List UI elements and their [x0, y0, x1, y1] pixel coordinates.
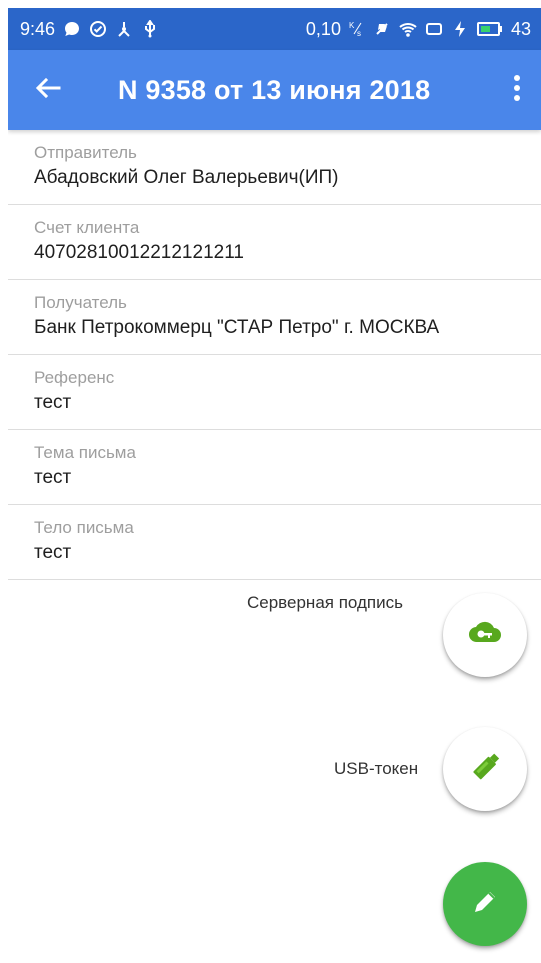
chat-bubble-icon: [63, 20, 81, 38]
no-sound-icon: [373, 20, 391, 38]
usb-stick-icon: [464, 746, 506, 793]
field-value: тест: [34, 392, 72, 413]
usb-icon: [141, 20, 159, 38]
battery-icon: [476, 20, 503, 38]
status-right: 0,10 Ks 43: [306, 19, 531, 40]
status-time: 9:46: [20, 18, 56, 39]
field-value: Абадовский Олег Валерьевич(ИП): [34, 167, 339, 188]
field-value: тест: [34, 467, 72, 488]
status-left: 9:46: [20, 19, 159, 40]
check-circle-icon: [89, 20, 107, 38]
field-label: Отправитель: [34, 143, 137, 162]
server-signature-button[interactable]: [443, 593, 527, 677]
status-battery-level: 43: [510, 18, 531, 39]
document-fields: Отправитель Абадовский Олег Валерьевич(И…: [8, 130, 541, 580]
server-signature-label: Серверная подпись: [247, 593, 403, 612]
field-label: Референс: [34, 368, 115, 387]
page-title: N 9358 от 13 июня 2018: [118, 75, 431, 105]
field-value: тест: [34, 542, 72, 563]
status-network-speed: 0,10: [305, 18, 341, 39]
field-subject: Тема письма тест: [8, 430, 541, 505]
usb-connect-icon: [115, 20, 133, 38]
charging-icon: [451, 20, 469, 38]
back-button[interactable]: [28, 70, 68, 110]
usb-token-label: USB-токен: [334, 759, 419, 778]
field-label: Получатель: [34, 293, 127, 312]
edit-button[interactable]: [443, 862, 527, 946]
usb-token-button[interactable]: [443, 727, 527, 811]
svg-text:s: s: [357, 29, 361, 38]
field-reference: Референс тест: [8, 355, 541, 430]
field-client-account: Счет клиента 40702810012212121211: [8, 205, 541, 280]
field-value: 40702810012212121211: [34, 242, 244, 263]
app-bar: N 9358 от 13 июня 2018: [8, 50, 541, 130]
pencil-icon: [468, 885, 502, 924]
arrow-left-icon: [32, 72, 64, 109]
document-screen: 9:46 0,10 Ks 43 N 9358 от 13 июня 2018 О…: [8, 8, 541, 963]
cloud-key-icon: [468, 620, 502, 651]
kbps-icon: Ks: [349, 20, 365, 38]
svg-text:K: K: [349, 21, 355, 30]
field-value: Банк Петрокоммерц "СТАР Петро" г. МОСКВА: [34, 317, 440, 338]
field-label: Тема письма: [34, 443, 136, 462]
field-label: Тело письма: [34, 518, 134, 537]
field-recipient: Получатель Банк Петрокоммерц "СТАР Петро…: [8, 280, 541, 355]
screen-icon: [425, 20, 443, 38]
wifi-icon: [399, 20, 417, 38]
menu-button[interactable]: [501, 70, 533, 110]
server-signature-action: Серверная подпись: [247, 593, 403, 613]
more-vertical-icon: [513, 74, 521, 107]
status-bar: 9:46 0,10 Ks 43: [8, 8, 541, 50]
field-body: Тело письма тест: [8, 505, 541, 580]
field-label: Счет клиента: [34, 218, 140, 237]
usb-token-action: USB-токен: [334, 759, 418, 779]
field-sender: Отправитель Абадовский Олег Валерьевич(И…: [8, 130, 541, 205]
